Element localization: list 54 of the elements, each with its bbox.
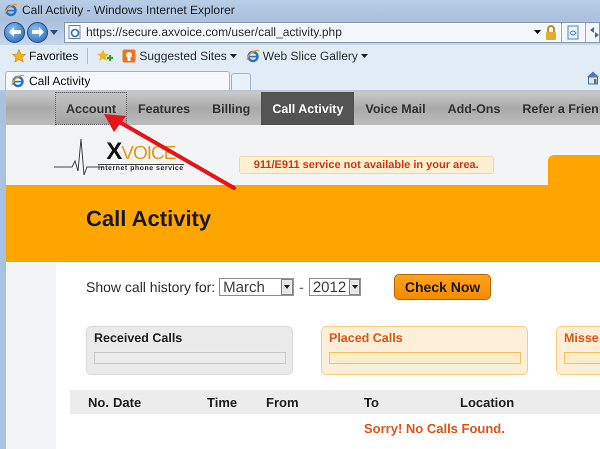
favorites-link[interactable]: Web Slice Gallery <box>244 49 370 63</box>
right-arrow-icon <box>32 27 44 37</box>
check-now-button[interactable]: Check Now <box>394 274 492 300</box>
caret-icon <box>284 285 290 289</box>
favorites-link[interactable]: Suggested Sites <box>120 49 239 63</box>
service-alert: 911/E911 service not available in your area. <box>238 156 494 174</box>
refresh-icon <box>590 26 599 38</box>
star-icon <box>12 49 26 63</box>
nav-tab[interactable]: Add-Ons <box>436 92 512 125</box>
lightbulb-icon <box>122 49 136 63</box>
column-header: Date <box>113 394 142 410</box>
forward-button[interactable] <box>27 22 48 42</box>
browser-icon <box>4 3 18 17</box>
star-plus-icon <box>97 49 114 63</box>
browser-icon <box>11 74 25 88</box>
add-favorite-button[interactable] <box>95 49 116 63</box>
caret-icon <box>352 285 358 289</box>
window-title: Call Activity - Windows Internet Explorer <box>22 3 235 17</box>
nav-tab[interactable]: Refer a Frien <box>511 92 600 125</box>
summary-title: Misse <box>564 331 600 345</box>
column-header: From <box>266 394 300 410</box>
caret-icon <box>230 54 237 58</box>
nav-tab[interactable]: Features <box>127 92 202 125</box>
column-header: To <box>364 394 380 410</box>
caret-icon <box>360 54 368 58</box>
summary-title: Received Calls <box>94 331 184 345</box>
empty-message: Sorry! No Calls Found. <box>364 421 505 436</box>
nav-tab[interactable]: Voice Mail <box>354 92 437 125</box>
home-icon[interactable] <box>587 71 599 85</box>
page-icon <box>68 25 82 39</box>
range-separator: - <box>299 279 304 295</box>
column-header: Location <box>460 394 516 410</box>
nav-tab[interactable]: Call Activity <box>261 92 354 125</box>
url-text: https://secure.axvoice.com/user/call_activity.php <box>86 25 343 39</box>
address-field[interactable]: https://secure.axvoice.com/user/call_activity.php <box>64 22 600 42</box>
browser-tab[interactable]: Call Activity <box>5 71 230 90</box>
favorites-button[interactable]: Favorites <box>10 49 80 63</box>
caret-icon <box>534 30 541 34</box>
month-dropdown[interactable]: March <box>219 278 294 296</box>
column-header: Time <box>207 394 238 410</box>
caret-icon <box>50 30 58 34</box>
filter-label: Show call history for: <box>86 279 216 295</box>
column-header: No. <box>88 394 110 410</box>
back-button[interactable] <box>4 22 25 42</box>
browser-icon <box>246 49 260 63</box>
page-title: Call Activity <box>86 206 212 232</box>
left-arrow-icon <box>8 27 20 37</box>
compatibility-icon <box>566 24 581 40</box>
history-dropdown[interactable] <box>50 28 58 36</box>
nav-tab[interactable]: Account <box>55 92 127 125</box>
nav-tab[interactable]: Billing <box>201 92 262 125</box>
summary-title: Placed Calls <box>329 331 404 345</box>
lock-icon <box>545 24 557 40</box>
year-dropdown[interactable]: 2012 <box>308 278 361 296</box>
